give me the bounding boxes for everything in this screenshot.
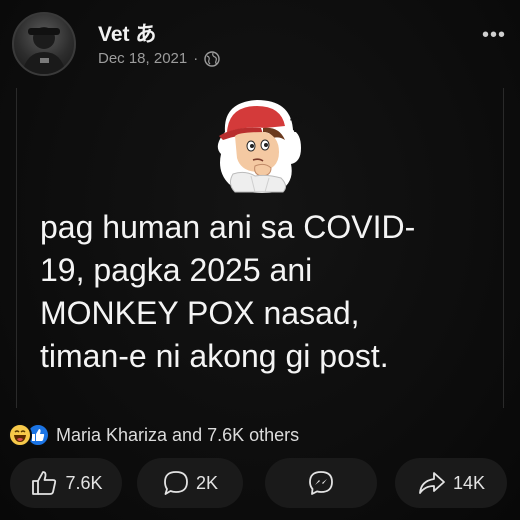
messenger-send-button[interactable] — [265, 458, 377, 508]
haha-reaction-icon — [8, 423, 32, 447]
comment-count: 2K — [195, 472, 219, 493]
content-frame-right — [503, 88, 504, 408]
avatar[interactable] — [12, 12, 76, 76]
like-count: 7.6K — [65, 472, 103, 493]
meta-separator: · — [193, 50, 199, 67]
post-meta: Dec 18, 2021 · — [98, 50, 220, 67]
share-arrow-icon — [419, 472, 445, 494]
thinking-character-sticker: ? — [217, 100, 304, 193]
post-text: pag human ani sa COVID- 19, pagka 2025 a… — [40, 209, 416, 374]
share-button[interactable]: 14K — [395, 458, 507, 508]
content-frame-left — [16, 88, 17, 408]
post-date[interactable]: Dec 18, 2021 — [98, 50, 187, 67]
more-options-button[interactable]: ••• — [482, 24, 506, 47]
reactions-summary-text[interactable]: Maria Khariza and 7.6K others — [56, 425, 299, 446]
post-header: Vet あ Dec 18, 2021 · ••• — [0, 0, 520, 78]
like-button[interactable]: 7.6K — [10, 458, 122, 508]
share-count: 14K — [452, 472, 486, 493]
avatar-silhouette-icon — [22, 27, 66, 74]
author-name[interactable]: Vet あ — [98, 18, 156, 48]
globe-icon[interactable] — [204, 50, 220, 67]
comment-button[interactable]: 2K — [137, 458, 243, 508]
reactions-summary[interactable]: Maria Khariza and 7.6K others — [8, 421, 299, 449]
post-card: Vet あ Dec 18, 2021 · ••• ? pag human ani… — [0, 0, 520, 520]
thumbs-up-icon — [32, 471, 57, 495]
action-bar: 7.6K 2K 14K — [0, 458, 520, 508]
svg-text:?: ? — [289, 111, 304, 138]
messenger-icon — [309, 471, 333, 495]
comment-bubble-icon — [164, 471, 188, 495]
